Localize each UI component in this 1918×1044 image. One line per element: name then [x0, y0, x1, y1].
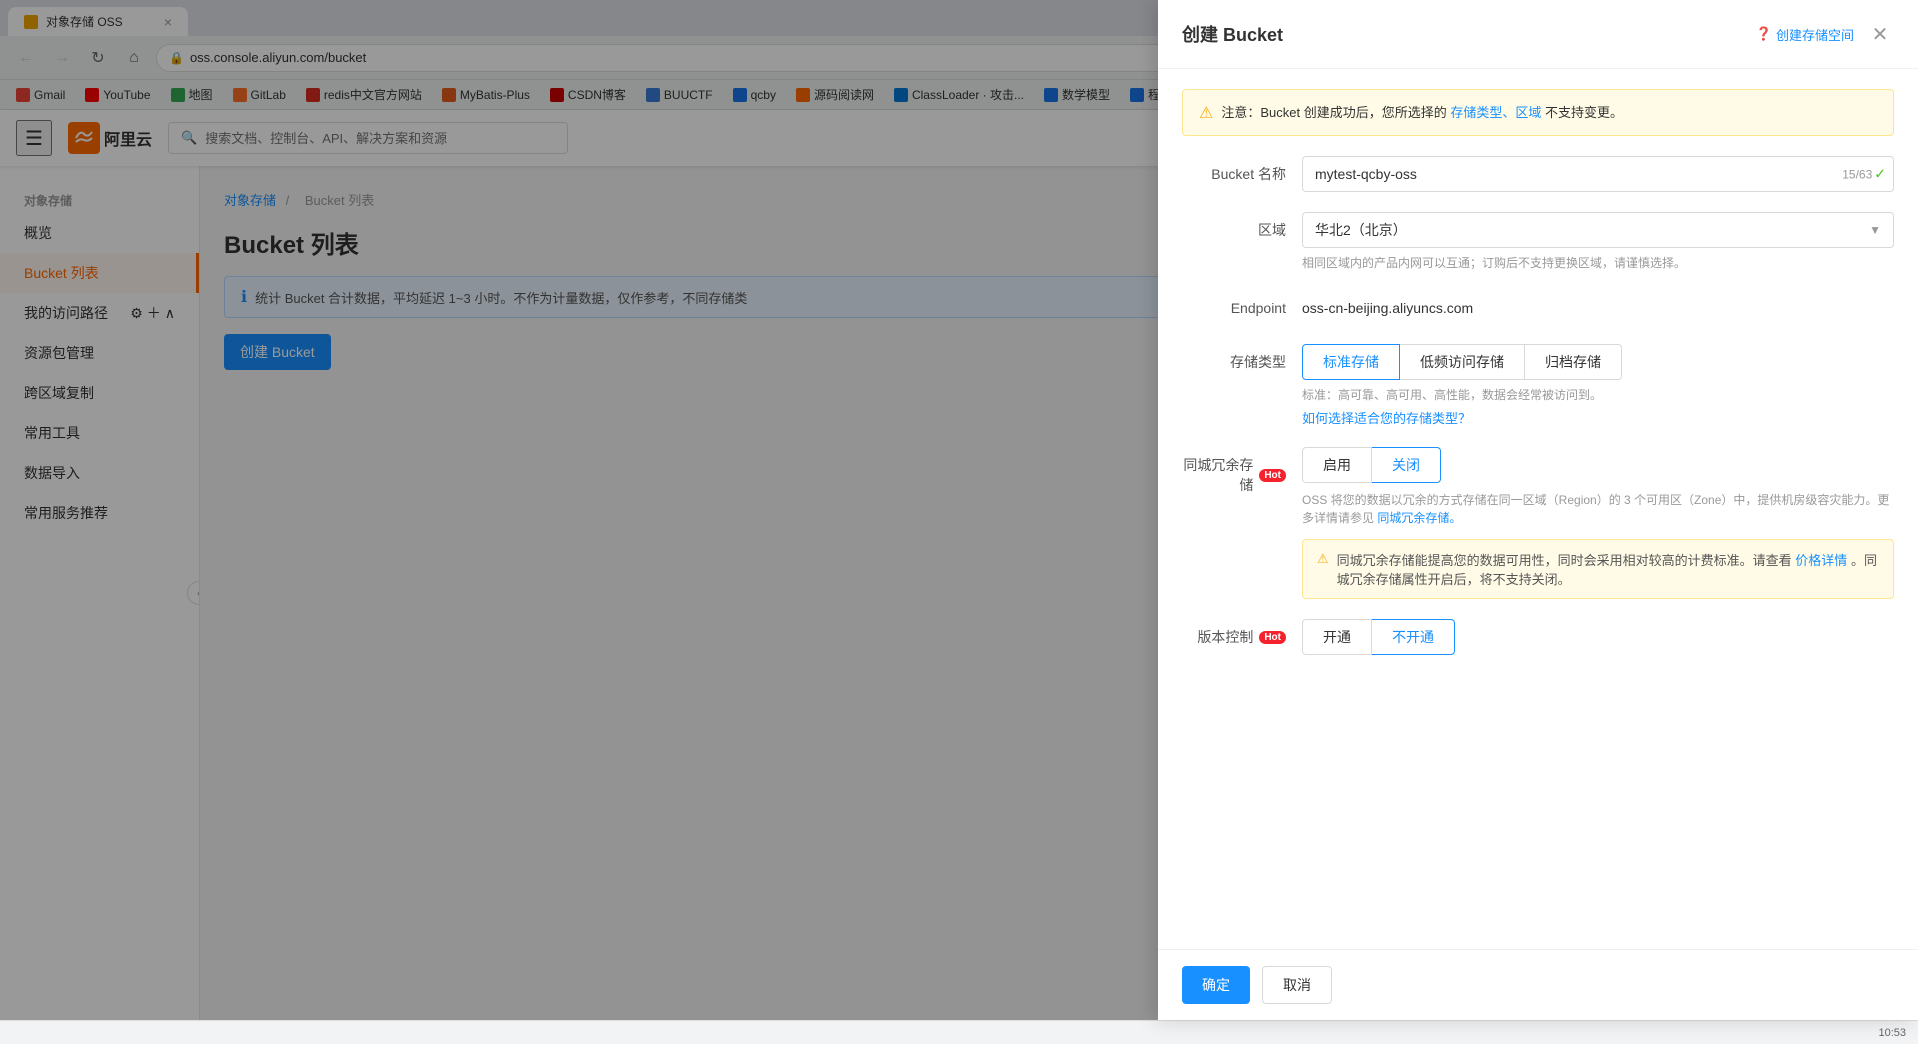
- storage-infrequent-btn[interactable]: 低频访问存储: [1400, 344, 1525, 380]
- versioning-label: 版本控制 Hot: [1182, 619, 1302, 647]
- redundancy-control: 启用 关闭 OSS 将您的数据以冗余的方式存储在同一区域（Region）的 3 …: [1302, 447, 1894, 599]
- versioning-control: 开通 不开通: [1302, 619, 1894, 655]
- redundancy-desc: OSS 将您的数据以冗余的方式存储在同一区域（Region）的 3 个可用区（Z…: [1302, 491, 1894, 527]
- modal-confirm-btn[interactable]: 确定: [1182, 966, 1250, 1004]
- modal-header: 创建 Bucket ❓ 创建存储空间 ✕: [1158, 0, 1918, 69]
- redundancy-btn-group: 启用 关闭: [1302, 447, 1894, 483]
- redundancy-enable-btn[interactable]: 启用: [1302, 447, 1372, 483]
- storage-type-label: 存储类型: [1182, 344, 1302, 372]
- redundancy-label-text: 同城冗余存储: [1182, 455, 1253, 495]
- storage-type-control: 标准存储 低频访问存储 归档存储 标准：高可靠、高可用、高性能，数据会经常被访问…: [1302, 344, 1894, 427]
- create-bucket-modal: 创建 Bucket ❓ 创建存储空间 ✕ ⚠ 注意：Bucket 创建成功后，您…: [1158, 0, 1918, 1020]
- redundancy-info-link[interactable]: 价格详情: [1795, 553, 1847, 568]
- storage-type-link[interactable]: 如何选择适合您的存储类型？: [1302, 411, 1471, 426]
- redundancy-info-text: 同城冗余存储能提高您的数据可用性，同时会采用相对较高的计费标准。请查看: [1337, 553, 1792, 568]
- modal-overlay[interactable]: 创建 Bucket ❓ 创建存储空间 ✕ ⚠ 注意：Bucket 创建成功后，您…: [0, 0, 1918, 1020]
- region-value: 华北2（北京）: [1315, 220, 1407, 240]
- endpoint-control: oss-cn-beijing.aliyuncs.com: [1302, 292, 1894, 324]
- form-row-bucket-name: Bucket 名称 15/63 ✓: [1182, 156, 1894, 192]
- status-time: 10:53: [1878, 1027, 1906, 1039]
- region-label-text: 区域: [1258, 222, 1286, 238]
- bucket-name-input[interactable]: [1302, 156, 1894, 192]
- region-dropdown-arrow: ▼: [1869, 223, 1881, 237]
- modal-close-btn[interactable]: ✕: [1866, 20, 1894, 48]
- bucket-name-label: Bucket 名称: [1182, 156, 1302, 184]
- form-row-versioning: 版本控制 Hot 开通 不开通: [1182, 619, 1894, 655]
- region-hint: 相同区域内的产品内网可以互通；订购后不支持更换区域，请谨慎选择。: [1302, 254, 1894, 272]
- bucket-name-label-text: Bucket 名称: [1211, 166, 1286, 182]
- modal-title: 创建 Bucket: [1182, 21, 1283, 47]
- region-label: 区域: [1182, 212, 1302, 240]
- storage-standard-btn[interactable]: 标准存储: [1302, 344, 1400, 380]
- input-count-text: 15/63: [1842, 167, 1872, 181]
- modal-help-label: 创建存储空间: [1776, 25, 1854, 44]
- info-box-text: 同城冗余存储能提高您的数据可用性，同时会采用相对较高的计费标准。请查看 价格详情…: [1337, 550, 1879, 588]
- form-row-endpoint: Endpoint oss-cn-beijing.aliyuncs.com: [1182, 292, 1894, 324]
- modal-header-actions: ❓ 创建存储空间 ✕: [1756, 20, 1894, 48]
- versioning-btn-group: 开通 不开通: [1302, 619, 1894, 655]
- form-row-redundancy: 同城冗余存储 Hot 启用 关闭 OSS 将您的数据以冗余的方式存储在同一区域（…: [1182, 447, 1894, 599]
- warning-banner: ⚠ 注意：Bucket 创建成功后，您所选择的 存储类型、区域 不支持变更。: [1182, 89, 1894, 136]
- storage-type-btn-group: 标准存储 低频访问存储 归档存储: [1302, 344, 1894, 380]
- storage-type-label-text: 存储类型: [1230, 354, 1286, 370]
- region-select[interactable]: 华北2（北京） ▼: [1302, 212, 1894, 248]
- versioning-label-inner: 版本控制 Hot: [1182, 627, 1286, 647]
- endpoint-label: Endpoint: [1182, 292, 1302, 316]
- redundancy-label: 同城冗余存储 Hot: [1182, 447, 1302, 495]
- endpoint-value: oss-cn-beijing.aliyuncs.com: [1302, 292, 1894, 324]
- redundancy-link[interactable]: 同城冗余存储。: [1377, 511, 1461, 525]
- info-box-icon: ⚠: [1317, 551, 1329, 567]
- input-count-display: 15/63 ✓: [1842, 166, 1886, 183]
- warning-icon: ⚠: [1199, 103, 1213, 123]
- form-row-region: 区域 华北2（北京） ▼ 相同区域内的产品内网可以互通；订购后不支持更换区域，请…: [1182, 212, 1894, 272]
- redundancy-disable-btn[interactable]: 关闭: [1372, 447, 1441, 483]
- warning-highlight: 存储类型、区域: [1450, 105, 1541, 120]
- versioning-label-text: 版本控制: [1197, 627, 1253, 647]
- versioning-disable-btn[interactable]: 不开通: [1372, 619, 1455, 655]
- help-icon: ❓: [1756, 26, 1772, 42]
- storage-archive-btn[interactable]: 归档存储: [1525, 344, 1622, 380]
- region-control: 华北2（北京） ▼ 相同区域内的产品内网可以互通；订购后不支持更换区域，请谨慎选…: [1302, 212, 1894, 272]
- endpoint-label-text: Endpoint: [1231, 300, 1286, 316]
- redundancy-info-box: ⚠ 同城冗余存储能提高您的数据可用性，同时会采用相对较高的计费标准。请查看 价格…: [1302, 539, 1894, 599]
- modal-body: ⚠ 注意：Bucket 创建成功后，您所选择的 存储类型、区域 不支持变更。 B…: [1158, 69, 1918, 949]
- status-bar: 10:53: [0, 1020, 1918, 1044]
- modal-cancel-btn[interactable]: 取消: [1262, 966, 1332, 1004]
- storage-type-hint: 标准：高可靠、高可用、高性能，数据会经常被访问到。: [1302, 386, 1894, 404]
- modal-footer: 确定 取消: [1158, 949, 1918, 1020]
- versioning-enable-btn[interactable]: 开通: [1302, 619, 1372, 655]
- warning-suffix: 不支持变更。: [1545, 105, 1623, 120]
- redundancy-label-inner: 同城冗余存储 Hot: [1182, 455, 1286, 495]
- versioning-hot-badge: Hot: [1259, 631, 1286, 644]
- bucket-name-control: 15/63 ✓: [1302, 156, 1894, 192]
- warning-text-container: 注意：Bucket 创建成功后，您所选择的 存储类型、区域 不支持变更。: [1221, 102, 1623, 121]
- bucket-name-input-wrap: 15/63 ✓: [1302, 156, 1894, 192]
- warning-text: 注意：Bucket 创建成功后，您所选择的: [1221, 105, 1446, 120]
- count-check-icon: ✓: [1874, 166, 1886, 183]
- modal-help-link[interactable]: ❓ 创建存储空间: [1756, 25, 1854, 44]
- redundancy-hot-badge: Hot: [1259, 469, 1286, 482]
- form-row-storage-type: 存储类型 标准存储 低频访问存储 归档存储 标准：高可靠、高可用、高性能，数据会…: [1182, 344, 1894, 427]
